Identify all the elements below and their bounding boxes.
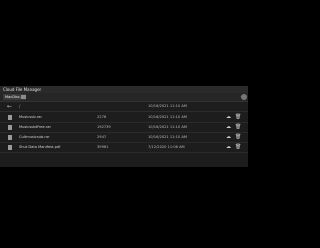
download-icon[interactable]: ☁ [226, 124, 231, 131]
file-icon [8, 125, 12, 130]
file-size: 2276 [97, 115, 107, 119]
trash-icon[interactable]: 🗑 [235, 124, 241, 131]
download-icon[interactable]: ☁ [226, 134, 231, 141]
path-toolbar: ← / 10/16/2021 11:10 AM [0, 102, 248, 112]
file-icon [8, 115, 12, 120]
file-size: 2947 [97, 135, 107, 139]
title-bar: Cloud File Manager [0, 86, 248, 93]
folder-icon[interactable] [21, 95, 26, 99]
download-icon[interactable]: ☁ [226, 144, 231, 151]
trash-icon[interactable]: 🗑 [235, 114, 241, 121]
file-date: 7/12/2020 11:06 AM [148, 145, 185, 149]
file-size: 39961 [97, 145, 109, 149]
current-path: / [19, 104, 21, 109]
file-date: 10/16/2021 11:10 AM [148, 135, 187, 139]
file-name[interactable]: Cultmusicsub.rar [19, 133, 50, 142]
tab-bar: MacDisc.ir ⋯ [0, 93, 248, 102]
file-name[interactable]: Musicsub.rar [19, 113, 42, 122]
avatar[interactable] [241, 94, 247, 100]
window-title: Cloud File Manager [3, 87, 42, 92]
file-row[interactable]: Shut Data Manifest.pdf 39961 7/12/2020 1… [0, 143, 248, 153]
file-row[interactable]: MusicsubtFree.rar 192739 10/16/2021 11:1… [0, 123, 248, 133]
download-icon[interactable]: ☁ [226, 114, 231, 121]
file-manager-window: Cloud File Manager MacDisc.ir ⋯ ← / 10/1… [0, 86, 248, 167]
file-row[interactable]: Cultmusicsub.rar 2947 10/16/2021 11:10 A… [0, 133, 248, 143]
file-icon [8, 135, 12, 140]
trash-icon[interactable]: 🗑 [235, 144, 241, 151]
file-name[interactable]: Shut Data Manifest.pdf [19, 143, 60, 152]
file-name[interactable]: MusicsubtFree.rar [19, 123, 51, 132]
file-row[interactable]: Musicsub.rar 2276 10/16/2021 11:10 AM ☁ … [0, 113, 248, 123]
back-arrow-icon[interactable]: ← [7, 102, 12, 111]
file-date: 10/16/2021 11:10 AM [148, 115, 187, 119]
trash-icon[interactable]: 🗑 [235, 134, 241, 141]
file-date: 10/16/2021 11:10 AM [148, 125, 187, 129]
file-size: 192739 [97, 125, 111, 129]
file-icon [8, 145, 12, 150]
header-date: 10/16/2021 11:10 AM [148, 104, 187, 108]
